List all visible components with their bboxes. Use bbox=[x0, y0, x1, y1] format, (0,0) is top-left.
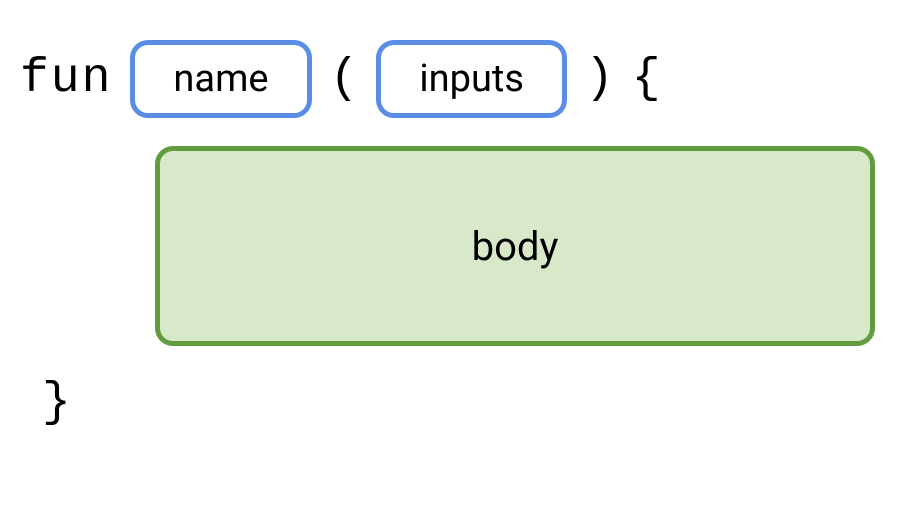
open-brace: { bbox=[632, 52, 661, 106]
close-brace: } bbox=[42, 376, 71, 430]
fun-keyword: fun bbox=[20, 52, 112, 106]
body-placeholder-box: body bbox=[155, 146, 875, 346]
name-placeholder-box: name bbox=[130, 40, 311, 118]
open-paren: ( bbox=[330, 52, 359, 106]
function-body-row: body bbox=[20, 146, 894, 346]
function-signature-row: fun name ( inputs ) { bbox=[20, 40, 894, 118]
function-syntax-diagram: fun name ( inputs ) { body } bbox=[0, 0, 914, 470]
close-paren: ) bbox=[585, 52, 614, 106]
inputs-placeholder-box: inputs bbox=[376, 40, 567, 118]
close-brace-row: } bbox=[20, 376, 894, 430]
